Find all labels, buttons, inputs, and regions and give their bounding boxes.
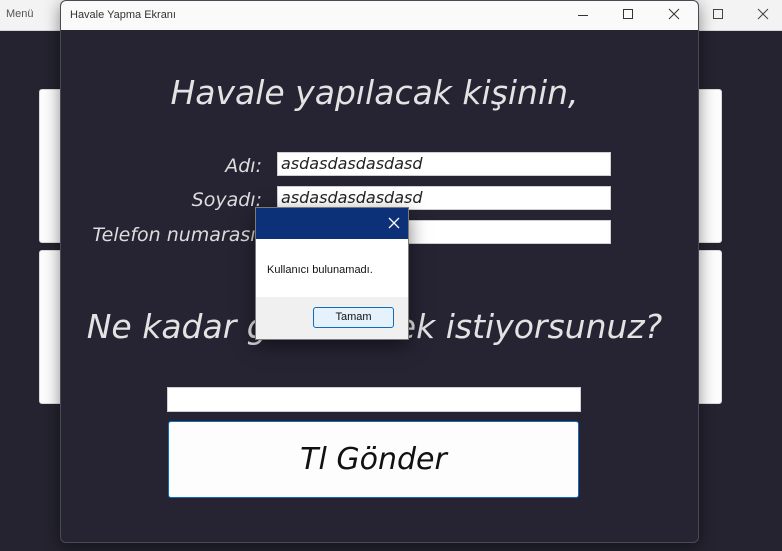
- amount-field[interactable]: [167, 387, 581, 412]
- close-icon[interactable]: [662, 5, 686, 25]
- dialog-message: Kullanıcı bulunamadı.: [267, 264, 373, 276]
- recipient-heading: Havale yapılacak kişinin,: [170, 73, 579, 112]
- error-dialog: Kullanıcı bulunamadı. Tamam: [255, 207, 409, 340]
- transfer-window-titlebar: Havale Yapma Ekranı: [61, 1, 698, 30]
- first-name-field[interactable]: asdasdasdasdasd: [277, 152, 611, 176]
- ok-button[interactable]: Tamam: [313, 307, 394, 328]
- phone-label: Telefon numarası:: [92, 224, 262, 246]
- send-button[interactable]: Tl Gönder: [168, 421, 579, 498]
- dialog-titlebar: [256, 208, 408, 239]
- close-icon[interactable]: [386, 215, 402, 231]
- send-button-label: Tl Gönder: [300, 442, 447, 477]
- maximize-icon[interactable]: [707, 4, 729, 24]
- last-name-label: Soyadı:: [191, 189, 262, 211]
- maximize-icon[interactable]: [616, 5, 640, 25]
- close-icon[interactable]: [752, 4, 774, 24]
- window-title: Havale Yapma Ekranı: [70, 9, 176, 21]
- dialog-footer: Tamam: [256, 297, 408, 339]
- first-name-label: Adı:: [225, 155, 262, 177]
- minimize-icon[interactable]: [571, 5, 595, 25]
- background-window-title: Menü: [6, 8, 34, 20]
